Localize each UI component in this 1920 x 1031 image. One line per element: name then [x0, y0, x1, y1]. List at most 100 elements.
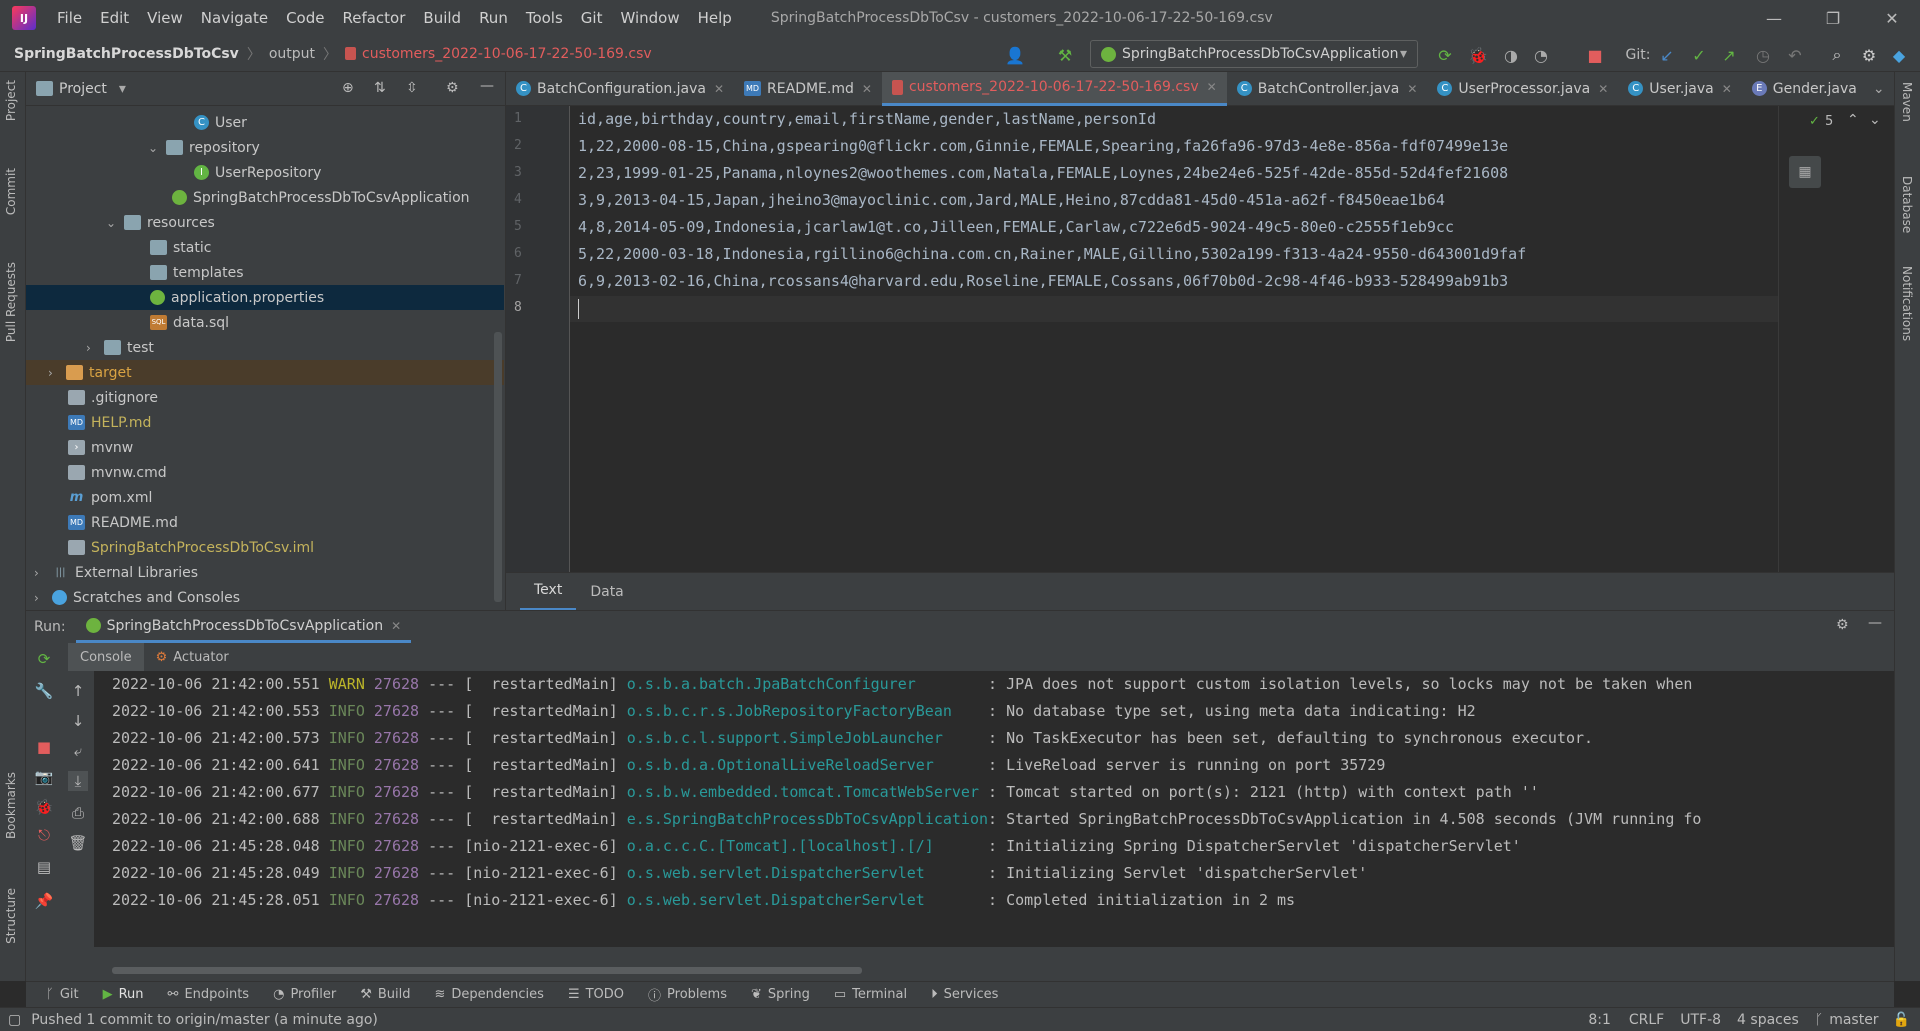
tab-gender[interactable]: E Gender.java: [1742, 72, 1867, 106]
rollback-icon[interactable]: ↶: [1784, 44, 1806, 66]
tool-build[interactable]: ⚒ Build: [348, 987, 422, 1002]
tree-item-repository[interactable]: ⌄ repository: [148, 135, 260, 160]
tree-item-user[interactable]: C User: [194, 110, 247, 135]
rerun-icon[interactable]: ⟳: [1434, 44, 1456, 66]
breadcrumb-project[interactable]: SpringBatchProcessDbToCsv: [14, 46, 239, 62]
next-highlight-icon[interactable]: ⌄: [1869, 112, 1881, 128]
chevron-right-icon[interactable]: ›: [48, 366, 62, 380]
tool-terminal[interactable]: ▭ Terminal: [822, 987, 919, 1002]
chevron-right-icon[interactable]: ›: [86, 341, 100, 355]
hide-run-panel-icon[interactable]: —: [1868, 615, 1882, 631]
close-tab-icon[interactable]: ✕: [862, 82, 872, 96]
tree-item-templates[interactable]: templates: [150, 260, 244, 285]
menu-view[interactable]: View: [138, 9, 192, 27]
camera-icon[interactable]: 📷: [34, 767, 54, 787]
inspection-check-icon[interactable]: ✓: [1809, 114, 1820, 129]
tree-item-iml[interactable]: SpringBatchProcessDbToCsv.iml: [68, 535, 314, 560]
tree-item-gitignore[interactable]: .gitignore: [68, 385, 158, 410]
tree-item-mvnw-cmd[interactable]: mvnw.cmd: [68, 460, 167, 485]
console-horizontal-scrollbar[interactable]: [112, 967, 862, 974]
search-icon[interactable]: ⌕: [1826, 44, 1848, 66]
tab-user[interactable]: C User.java ✕: [1618, 72, 1741, 106]
layout-icon[interactable]: ▤: [34, 857, 54, 877]
maven-tool-tab[interactable]: Maven: [1900, 82, 1914, 122]
scroll-down-icon[interactable]: ↓: [68, 711, 88, 731]
pull-requests-tool-tab[interactable]: Pull Requests: [4, 262, 18, 342]
history-icon[interactable]: ◷: [1752, 44, 1774, 66]
tree-item-application-properties[interactable]: application.properties: [26, 285, 504, 310]
tree-item-data-sql[interactable]: SQL data.sql: [150, 310, 229, 335]
tab-batch-configuration[interactable]: C BatchConfiguration.java ✕: [506, 72, 734, 106]
hide-panel-icon[interactable]: —: [480, 78, 494, 94]
database-tool-tab[interactable]: Database: [1900, 176, 1914, 233]
chevron-down-icon[interactable]: ⌄: [148, 141, 162, 155]
tab-batch-controller[interactable]: C BatchController.java ✕: [1227, 72, 1428, 106]
close-tab-icon[interactable]: ✕: [1207, 80, 1217, 94]
close-tab-icon[interactable]: ✕: [1598, 82, 1608, 96]
clear-trash-icon[interactable]: 🗑: [68, 833, 88, 853]
line-separator[interactable]: CRLF: [1629, 1012, 1664, 1028]
project-panel-title[interactable]: Project: [59, 81, 107, 97]
settings-gear-icon[interactable]: ⚙: [1858, 44, 1880, 66]
tool-spring[interactable]: ❦ Spring: [739, 987, 822, 1002]
menu-tools[interactable]: Tools: [517, 9, 572, 27]
tool-endpoints[interactable]: ⚯ Endpoints: [156, 987, 262, 1002]
run-settings-gear-icon[interactable]: ⚙: [1836, 617, 1849, 633]
tree-item-application-class[interactable]: SpringBatchProcessDbToCsvApplication: [172, 185, 470, 210]
stop-icon[interactable]: ■: [1584, 44, 1606, 66]
menu-help[interactable]: Help: [689, 9, 741, 27]
tool-todo[interactable]: ☰ TODO: [556, 987, 636, 1002]
print-icon[interactable]: ⎙: [68, 803, 88, 823]
git-commit-icon[interactable]: ✓: [1688, 44, 1710, 66]
chevron-right-icon[interactable]: ›: [34, 566, 48, 580]
scroll-up-icon[interactable]: ↑: [68, 681, 88, 701]
notifications-tool-tab[interactable]: Notifications: [1900, 266, 1914, 341]
status-toggle-icon[interactable]: ▢: [8, 1012, 21, 1028]
menu-build[interactable]: Build: [414, 9, 470, 27]
rerun-icon[interactable]: ⟳: [34, 649, 54, 669]
bookmarks-tool-tab[interactable]: Bookmarks: [4, 772, 18, 839]
tree-item-external-libraries[interactable]: › ||| External Libraries: [34, 560, 198, 585]
structure-tool-tab[interactable]: Structure: [4, 888, 18, 944]
tool-dependencies[interactable]: ≋ Dependencies: [423, 987, 556, 1002]
close-tab-icon[interactable]: ✕: [714, 82, 724, 96]
tree-item-target[interactable]: › target: [26, 360, 504, 385]
tool-services[interactable]: ⏵ Services: [919, 987, 1010, 1002]
menu-git[interactable]: Git: [572, 9, 612, 27]
tree-item-test[interactable]: › test: [86, 335, 154, 360]
close-tab-icon[interactable]: ✕: [1722, 82, 1732, 96]
tab-actuator[interactable]: ⚙ Actuator: [144, 643, 241, 671]
debug-icon[interactable]: 🐞: [34, 797, 54, 817]
close-button[interactable]: ✕: [1864, 0, 1920, 36]
tool-run[interactable]: ▶ Run: [91, 987, 156, 1002]
menu-navigate[interactable]: Navigate: [192, 9, 277, 27]
profile-icon[interactable]: ◔: [1530, 44, 1552, 66]
modify-config-wrench-icon[interactable]: 🔧: [34, 681, 54, 701]
collapse-all-icon[interactable]: ⇳: [406, 80, 418, 96]
run-configuration-select[interactable]: SpringBatchProcessDbToCsvApplication ▾: [1090, 40, 1418, 68]
status-message[interactable]: Pushed 1 commit to origin/master (a minu…: [31, 1012, 378, 1028]
tab-customers-csv[interactable]: customers_2022-10-06-17-22-50-169.csv ✕: [881, 71, 1227, 106]
user-icon[interactable]: 👤: [1004, 44, 1026, 66]
code-editor[interactable]: id,age,birthday,country,email,firstName,…: [570, 106, 1778, 572]
project-scrollbar[interactable]: [494, 332, 502, 602]
close-tab-icon[interactable]: ✕: [391, 619, 401, 633]
menu-window[interactable]: Window: [611, 9, 688, 27]
options-gear-icon[interactable]: ⚙: [446, 80, 459, 96]
build-hammer-icon[interactable]: ⚒: [1054, 44, 1076, 66]
tab-user-processor[interactable]: C UserProcessor.java ✕: [1427, 72, 1618, 106]
scroll-to-end-icon[interactable]: ⤓: [68, 771, 88, 791]
tab-data[interactable]: Data: [576, 573, 637, 611]
exit-icon[interactable]: ⎋: [34, 825, 54, 845]
git-update-icon[interactable]: ↙: [1656, 44, 1678, 66]
tree-item-readme-md[interactable]: MD README.md: [68, 510, 178, 535]
stop-icon[interactable]: ■: [34, 737, 54, 757]
expand-all-icon[interactable]: ⇅: [374, 80, 386, 96]
tool-profiler[interactable]: ◔ Profiler: [261, 987, 348, 1002]
debug-icon[interactable]: 🐞: [1467, 44, 1489, 66]
git-branch[interactable]: master: [1829, 1012, 1878, 1028]
tool-problems[interactable]: ⓘ Problems: [636, 985, 739, 1004]
tab-list-chevron-icon[interactable]: ⌄: [1873, 81, 1885, 97]
restore-button[interactable]: ❐: [1805, 0, 1861, 36]
breadcrumb-file[interactable]: customers_2022-10-06-17-22-50-169.csv: [362, 46, 652, 62]
